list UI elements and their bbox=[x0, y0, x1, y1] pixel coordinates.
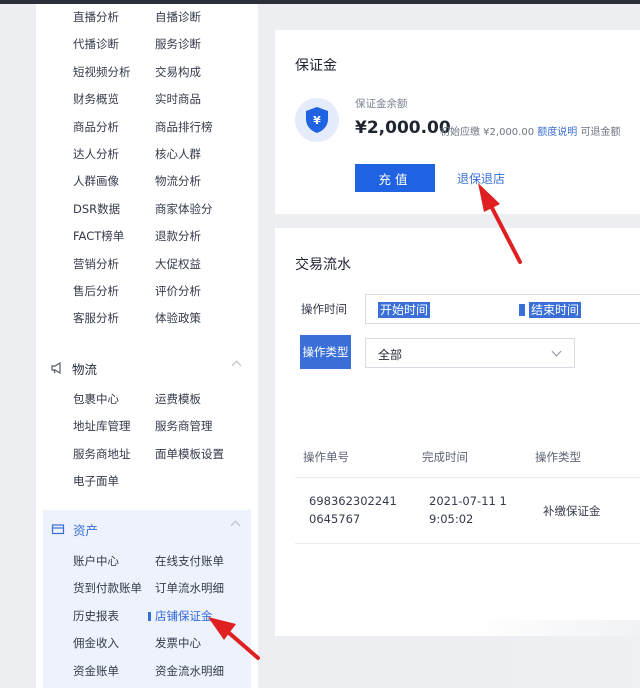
sidebar-nav-link[interactable]: 服务商地址 bbox=[73, 441, 155, 468]
sidebar-nav-link[interactable]: 达人分析 bbox=[73, 141, 155, 168]
sidebar-nav-link[interactable]: 大促权益 bbox=[155, 251, 265, 278]
deposit-card: 保证金 ¥ 保证金余额 ¥2,000.00 初始应缴 ¥2,000.00 额度说… bbox=[275, 30, 640, 214]
transactions-table: 操作单号 完成时间 操作类型 6983623022410645767 2021-… bbox=[295, 432, 640, 544]
sidebar-nav-link[interactable]: 电子面单 bbox=[73, 468, 155, 495]
sidebar-nav-link-label: 店铺保证金 bbox=[155, 608, 213, 623]
sidebar-analytics-grid: 直播分析 自播诊断 代播诊断 服务诊断 短视频分析 交易构成 财务概览 实时商品 商品分析 商品排… bbox=[73, 4, 258, 333]
chevron-up-icon[interactable] bbox=[230, 520, 241, 531]
limit-explanation-link[interactable]: 额度说明 bbox=[537, 127, 577, 138]
sidebar-nav-link[interactable]: 资金流水明细 bbox=[155, 658, 265, 685]
sidebar-nav-link[interactable]: 财务概览 bbox=[73, 86, 155, 113]
megaphone-icon bbox=[50, 361, 64, 375]
sidebar-nav-link[interactable]: 运费模板 bbox=[155, 386, 265, 413]
sidebar-section-title: 物流 bbox=[72, 361, 98, 377]
sidebar-nav-link[interactable]: 直播分析 bbox=[73, 4, 155, 31]
sidebar-nav-link[interactable]: 面单模板设置 bbox=[155, 441, 265, 468]
sidebar-nav-link[interactable]: 核心人群 bbox=[155, 141, 265, 168]
cell-complete-time: 2021-07-11 19:05:02 bbox=[429, 494, 507, 526]
sidebar-nav-link[interactable]: 包裹中心 bbox=[73, 386, 155, 413]
table-header: 操作单号 完成时间 操作类型 bbox=[295, 432, 640, 478]
table-row[interactable]: 6983623022410645767 2021-07-11 19:05:02 … bbox=[295, 478, 640, 544]
sidebar-nav-link[interactable]: 物流分析 bbox=[155, 168, 265, 195]
sidebar-nav-link[interactable]: 自播诊断 bbox=[155, 4, 265, 31]
sidebar-nav-link-active[interactable]: 店铺保证金 bbox=[148, 603, 265, 630]
transactions-title: 交易流水 bbox=[295, 257, 351, 273]
column-header-complete-time: 完成时间 bbox=[422, 450, 468, 464]
deposit-title: 保证金 bbox=[295, 58, 337, 74]
sidebar-section-assets: 资产 账户中心 在线支付账单 货到付款账单 订单流水明细 历史报表 店铺保证金 佣金收入 发票… bbox=[43, 510, 251, 688]
recharge-button[interactable]: 充值 bbox=[355, 164, 435, 192]
op-type-selected-value: 全部 bbox=[378, 348, 403, 362]
refund-close-store-link[interactable]: 退保退店 bbox=[457, 170, 505, 187]
cell-op-type: 补缴保证金 bbox=[543, 504, 601, 518]
sidebar-nav-empty bbox=[155, 468, 265, 495]
sidebar-nav-link[interactable]: 佣金收入 bbox=[73, 630, 155, 657]
sidebar-nav-link[interactable]: 客服分析 bbox=[73, 305, 155, 332]
start-date-input[interactable]: 开始时间 bbox=[378, 302, 431, 318]
column-header-op-type: 操作类型 bbox=[535, 450, 581, 464]
sidebar-nav-link[interactable]: 评价分析 bbox=[155, 278, 265, 305]
sidebar-logistics-grid: 包裹中心 运费模板 地址库管理 服务商管理 服务商地址 面单模板设置 电子面单 bbox=[36, 386, 258, 496]
sidebar-nav-link[interactable]: 人群画像 bbox=[73, 168, 155, 195]
sidebar-nav-link[interactable]: 营销分析 bbox=[73, 251, 155, 278]
sidebar-section-analytics: 直播分析 自播诊断 代播诊断 服务诊断 短视频分析 交易构成 财务概览 实时商品 商品分析 商品排… bbox=[36, 4, 258, 333]
chevron-up-icon[interactable] bbox=[231, 360, 242, 371]
wallet-icon bbox=[51, 522, 65, 536]
sidebar-nav-link[interactable]: 货到付款账单 bbox=[73, 575, 155, 602]
sidebar-nav-link[interactable]: 历史报表 bbox=[73, 603, 155, 630]
sidebar-nav-link[interactable]: 在线支付账单 bbox=[155, 548, 265, 575]
chevron-down-icon bbox=[551, 346, 562, 357]
sidebar-nav-link[interactable]: 地址库管理 bbox=[73, 413, 155, 440]
sidebar-nav-link[interactable]: 商家体验分 bbox=[155, 196, 265, 223]
sidebar-nav-link[interactable]: 代播诊断 bbox=[73, 31, 155, 58]
sidebar-nav-link[interactable]: FACT榜单 bbox=[73, 223, 155, 250]
sidebar-nav-link[interactable]: 账户中心 bbox=[73, 548, 155, 575]
sidebar-nav-link[interactable]: 服务诊断 bbox=[155, 31, 265, 58]
op-time-label: 操作时间 bbox=[301, 302, 347, 316]
cell-op-id: 6983623022410645767 bbox=[309, 494, 397, 526]
sidebar-nav-link[interactable]: DSR数据 bbox=[73, 196, 155, 223]
sidebar-nav-link[interactable]: 订单流水明细 bbox=[155, 575, 265, 602]
balance-amount: ¥2,000.00 bbox=[355, 118, 451, 138]
balance-label: 保证金余额 bbox=[355, 98, 408, 110]
sidebar-nav-link[interactable]: 商品排行榜 bbox=[155, 114, 265, 141]
sidebar-nav-link[interactable]: 商品分析 bbox=[73, 114, 155, 141]
date-separator bbox=[519, 304, 525, 316]
active-marker bbox=[148, 611, 151, 621]
sidebar-nav-link[interactable]: 交易构成 bbox=[155, 59, 265, 86]
sidebar-nav-link[interactable]: 退款分析 bbox=[155, 223, 265, 250]
sidebar-section-logistics-header[interactable]: 物流 bbox=[36, 350, 258, 386]
sidebar-assets-grid: 账户中心 在线支付账单 货到付款账单 订单流水明细 历史报表 店铺保证金 佣金收入 发票中心资… bbox=[43, 548, 251, 685]
end-date-input[interactable]: 结束时间 bbox=[529, 302, 582, 318]
svg-text:¥: ¥ bbox=[313, 114, 321, 127]
column-header-op-id: 操作单号 bbox=[303, 450, 349, 464]
sidebar-nav-link[interactable]: 发票中心 bbox=[155, 630, 265, 657]
sidebar-nav-link[interactable]: 短视频分析 bbox=[73, 59, 155, 86]
op-type-select[interactable]: 全部 bbox=[365, 338, 575, 368]
sidebar-nav-link[interactable]: 体验政策 bbox=[155, 305, 265, 332]
sidebar-section-logistics: 物流 包裹中心 运费模板 地址库管理 服务商管理 服务商地址 面单模板设置 电子面单 bbox=[36, 350, 258, 496]
transactions-card: 交易流水 操作时间 开始时间 结束时间 操作类型 全部 操作单号 完成时间 操作… bbox=[275, 228, 640, 636]
sidebar-section-title: 资产 bbox=[73, 522, 99, 538]
sidebar-nav-link[interactable]: 资金账单 bbox=[73, 658, 155, 685]
balance-meta: 初始应缴 ¥2,000.00 额度说明 可退金额 bbox=[440, 123, 620, 138]
initial-due-text: 初始应缴 ¥2,000.00 bbox=[440, 127, 535, 138]
op-type-label: 操作类型 bbox=[300, 335, 351, 369]
sidebar-nav-link[interactable]: 实时商品 bbox=[155, 86, 265, 113]
sidebar: 直播分析 自播诊断 代播诊断 服务诊断 短视频分析 交易构成 财务概览 实时商品 商品分析 商品排… bbox=[36, 4, 258, 688]
sidebar-section-assets-header[interactable]: 资产 bbox=[43, 510, 251, 548]
sidebar-nav-link[interactable]: 服务商管理 bbox=[155, 413, 265, 440]
watermark-fade bbox=[470, 620, 640, 688]
refundable-text: 可退金额 bbox=[580, 127, 621, 138]
sidebar-nav-link[interactable]: 售后分析 bbox=[73, 278, 155, 305]
deposit-shield-icon: ¥ bbox=[295, 98, 339, 142]
date-range-picker[interactable]: 开始时间 结束时间 bbox=[365, 294, 640, 324]
